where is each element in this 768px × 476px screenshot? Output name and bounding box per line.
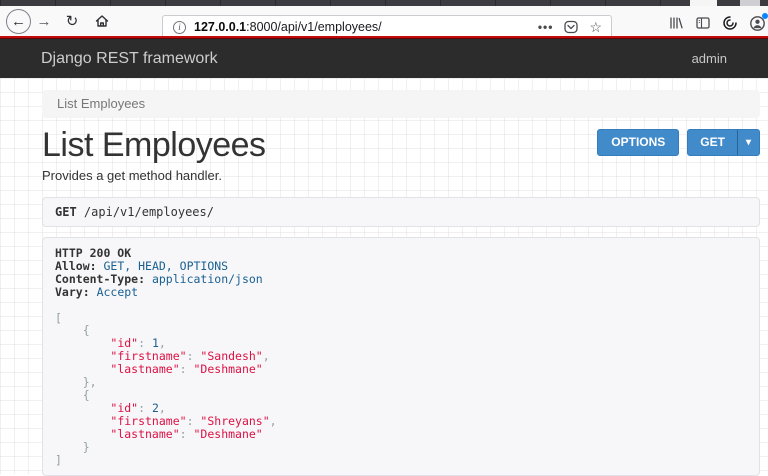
navbar-brand[interactable]: Django REST framework [41, 50, 218, 68]
response-code-line: ] [55, 454, 747, 467]
get-button-label[interactable]: GET [688, 130, 737, 155]
sidebar-toggle-button[interactable] [694, 14, 712, 32]
browser-toolbar: ← → ↻ i 127.0.0.1:8000/api/v1/employees/… [0, 6, 768, 36]
chevron-down-icon: ▾ [746, 130, 751, 155]
request-path: /api/v1/employees/ [84, 205, 214, 219]
method-buttons: OPTIONS GET ▾ [597, 129, 760, 156]
get-button[interactable]: GET ▾ [687, 129, 760, 156]
reload-icon: ↻ [66, 12, 79, 30]
response-code-line: Vary: Accept [55, 286, 747, 299]
account-notification-dot [762, 13, 768, 19]
library-icon [668, 15, 684, 31]
response-code-line: [ [55, 312, 747, 325]
site-info-icon[interactable]: i [173, 21, 186, 34]
home-icon [94, 13, 110, 29]
extension-button[interactable] [721, 14, 739, 32]
request-method: GET [55, 205, 77, 219]
bookmark-star-icon[interactable]: ☆ [589, 19, 602, 36]
request-info-bar: GET /api/v1/employees/ [42, 197, 760, 227]
back-icon: ← [11, 13, 26, 30]
toolbar-right-icons [667, 14, 766, 32]
response-code-line: } [55, 441, 747, 454]
response-code-line: Content-Type: application/json [55, 273, 747, 286]
endpoint-description: Provides a get method handler. [42, 168, 760, 183]
response-code-line: "lastname": "Deshmane" [55, 428, 747, 441]
pocket-icon[interactable] [563, 19, 579, 35]
extension-swirl-icon [722, 15, 738, 31]
breadcrumb[interactable]: List Employees [42, 90, 760, 118]
url-host: 127.0.0.1 [194, 20, 246, 34]
user-menu-admin[interactable]: admin [692, 51, 727, 66]
content-container: List Employees List Employees OPTIONS GE… [42, 78, 760, 476]
response-pre: HTTP 200 OKAllow: GET, HEAD, OPTIONSCont… [55, 247, 747, 466]
response-panel: HTTP 200 OKAllow: GET, HEAD, OPTIONSCont… [42, 237, 760, 476]
url-path: :8000/api/v1/employees/ [246, 20, 382, 34]
library-button[interactable] [667, 14, 685, 32]
reload-button[interactable]: ↻ [57, 12, 87, 30]
breadcrumb-current: List Employees [57, 96, 145, 111]
response-code-line: }, [55, 376, 747, 389]
get-dropdown-toggle[interactable]: ▾ [737, 130, 759, 155]
home-button[interactable] [87, 13, 117, 29]
page-body: List Employees List Employees OPTIONS GE… [0, 78, 768, 474]
response-code-line [55, 299, 747, 312]
options-button[interactable]: OPTIONS [597, 129, 679, 156]
title-row: List Employees OPTIONS GET ▾ [42, 125, 760, 165]
back-button[interactable]: ← [6, 9, 31, 34]
sidebar-icon [695, 15, 711, 31]
forward-icon: → [37, 13, 52, 30]
account-button[interactable] [748, 14, 766, 32]
forward-button[interactable]: → [31, 13, 57, 30]
page-actions-icon[interactable]: ••• [538, 20, 554, 34]
url-text[interactable]: 127.0.0.1:8000/api/v1/employees/ [194, 20, 538, 34]
drf-navbar: Django REST framework admin [0, 39, 768, 78]
response-code-line: "lastname": "Deshmane" [55, 363, 747, 376]
